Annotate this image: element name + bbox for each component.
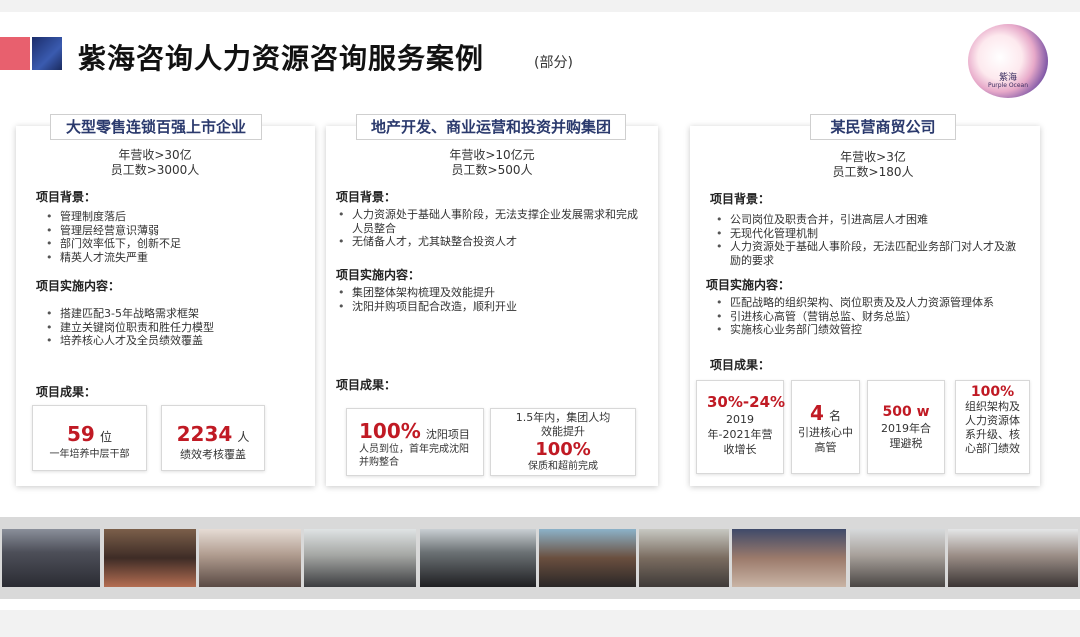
list-item: 管理层经营意识薄弱	[44, 224, 304, 238]
result-box: 2234 人 绩效考核覆盖	[161, 405, 265, 471]
list-item: 无储备人才，尤其缺整合投资人才	[336, 235, 646, 249]
list-item: 实施核心业务部门绩效管控	[714, 323, 1034, 337]
result-unit: 名	[829, 409, 842, 423]
case-info-revenue: 年营收>3亿	[840, 150, 906, 164]
section-implementation: 项目实施内容：	[36, 279, 121, 293]
case-info-revenue: 年营收>10亿元	[449, 148, 535, 162]
page-subtitle: (部分)	[534, 55, 573, 71]
result-desc: 引进核心中高管	[798, 426, 853, 454]
result-desc: 保质和超前完成	[528, 461, 598, 472]
section-results: 项目成果：	[36, 385, 97, 399]
photo-strip	[0, 517, 1080, 599]
section-implementation: 项目实施内容：	[336, 268, 421, 282]
result-desc: 2019年-2021年营收增长	[707, 413, 773, 456]
result-number: 59	[67, 422, 95, 446]
case-info-staff: 员工数>180人	[832, 165, 914, 179]
result-box: 4 名 引进核心中高管	[791, 380, 860, 474]
result-unit: 人	[237, 430, 250, 444]
photo-workshop-2	[539, 529, 636, 587]
page-title: 紫海咨询人力资源咨询服务案例	[78, 42, 485, 75]
implementation-list: 搭建匹配3-5年战略需求框架 建立关键岗位职责和胜任力模型 培养核心人才及全员绩…	[44, 307, 304, 348]
result-number: 100%	[359, 419, 421, 443]
section-results: 项目成果：	[710, 358, 771, 372]
result-number: 4	[809, 401, 824, 425]
decor-red-square	[0, 37, 30, 70]
list-item: 集团整体架构梳理及效能提升	[336, 286, 646, 300]
section-background: 项目背景：	[710, 192, 771, 206]
list-item: 无现代化管理机制	[714, 227, 1024, 241]
case-info-staff: 员工数>500人	[451, 163, 533, 177]
result-prefix: 1.5年内，集团人均效能提升	[515, 411, 611, 438]
purple-ocean-logo: 紫海 Purple Ocean	[968, 24, 1048, 98]
photo-training-2	[304, 529, 416, 587]
list-item: 人力资源处于基础人事阶段，无法匹配业务部门对人才及激励的要求	[714, 240, 1024, 267]
list-item: 匹配战略的组织架构、岗位职责及及人力资源管理体系	[714, 296, 1034, 310]
result-desc: 人员到位，首年完成沈阳并购整合	[359, 444, 469, 468]
case-info-revenue: 年营收>30亿	[118, 148, 192, 162]
list-item: 精英人才流失严重	[44, 251, 304, 265]
case-title-trading: 某民营商贸公司	[810, 114, 956, 140]
result-desc: 绩效考核覆盖	[180, 448, 246, 461]
list-item: 建立关键岗位职责和胜任力模型	[44, 321, 304, 335]
photo-team-2	[104, 529, 196, 587]
case-title-retail: 大型零售连锁百强上市企业	[50, 114, 262, 140]
list-item: 沈阳并购项目配合改造，顺利开业	[336, 300, 646, 314]
implementation-list: 匹配战略的组织架构、岗位职责及及人力资源管理体系 引进核心高管（营销总监、财务总…	[714, 296, 1034, 337]
result-desc: 一年培养中层干部	[49, 449, 130, 460]
result-number: 100%	[535, 439, 591, 460]
result-number: 500 w	[882, 404, 930, 420]
background-list: 管理制度落后 管理层经营意识薄弱 部门效率低下，创新不足 精英人才流失严重	[44, 210, 304, 264]
list-item: 管理制度落后	[44, 210, 304, 224]
photo-group-1	[639, 529, 729, 587]
section-background: 项目背景：	[336, 190, 397, 204]
list-item: 人力资源处于基础人事阶段，无法支撑企业发展需求和完成人员整合	[336, 208, 646, 235]
case-title-realestate: 地产开发、商业运营和投资并购集团	[356, 114, 626, 140]
result-box: 500 w 2019年合理避税	[867, 380, 945, 474]
result-label: 沈阳项目	[425, 428, 470, 441]
result-desc: 2019年合理避税	[881, 422, 931, 450]
implementation-list: 集团整体架构梳理及效能提升 沈阳并购项目配合改造，顺利开业	[336, 286, 646, 313]
list-item: 搭建匹配3-5年战略需求框架	[44, 307, 304, 321]
result-box: 59 位 一年培养中层干部	[32, 405, 147, 471]
photo-meeting-2	[850, 529, 945, 587]
section-implementation: 项目实施内容：	[706, 278, 791, 292]
result-number: 2234	[176, 422, 233, 446]
bottom-strip	[0, 610, 1080, 637]
list-item: 部门效率低下，创新不足	[44, 237, 304, 251]
photo-workshop-1	[420, 529, 536, 587]
result-desc: 组织架构及人力资源体系升级、核心部门绩效	[965, 400, 1020, 455]
section-results: 项目成果：	[336, 378, 397, 392]
logo-en-text: Purple Ocean	[987, 82, 1029, 89]
list-item: 培养核心人才及全员绩效覆盖	[44, 334, 304, 348]
result-box: 30%-24% 2019年-2021年营收增长	[696, 380, 786, 474]
section-background: 项目背景：	[36, 190, 97, 204]
decor-blue-square	[32, 37, 62, 70]
background-list: 人力资源处于基础人事阶段，无法支撑企业发展需求和完成人员整合 无储备人才，尤其缺…	[336, 208, 646, 249]
case-info-staff: 员工数>3000人	[110, 163, 200, 177]
list-item: 公司岗位及职责合并，引进高层人才困难	[714, 213, 1024, 227]
list-item: 引进核心高管（营销总监、财务总监）	[714, 310, 1034, 324]
result-box: 100% 组织架构及人力资源体系升级、核心部门绩效	[955, 380, 1030, 474]
photo-team-1	[2, 529, 100, 587]
photo-training-1	[199, 529, 301, 587]
result-box: 1.5年内，集团人均效能提升 100% 保质和超前完成	[490, 408, 636, 476]
background-list: 公司岗位及职责合并，引进高层人才困难 无现代化管理机制 人力资源处于基础人事阶段…	[714, 213, 1024, 267]
result-number: 100%	[970, 384, 1015, 400]
result-number: 30%-24%	[707, 393, 786, 411]
result-box: 100% 沈阳项目 人员到位，首年完成沈阳并购整合	[346, 408, 484, 476]
result-unit: 位	[99, 430, 112, 444]
photo-meeting-1	[732, 529, 846, 587]
photo-event-1	[948, 529, 1078, 587]
